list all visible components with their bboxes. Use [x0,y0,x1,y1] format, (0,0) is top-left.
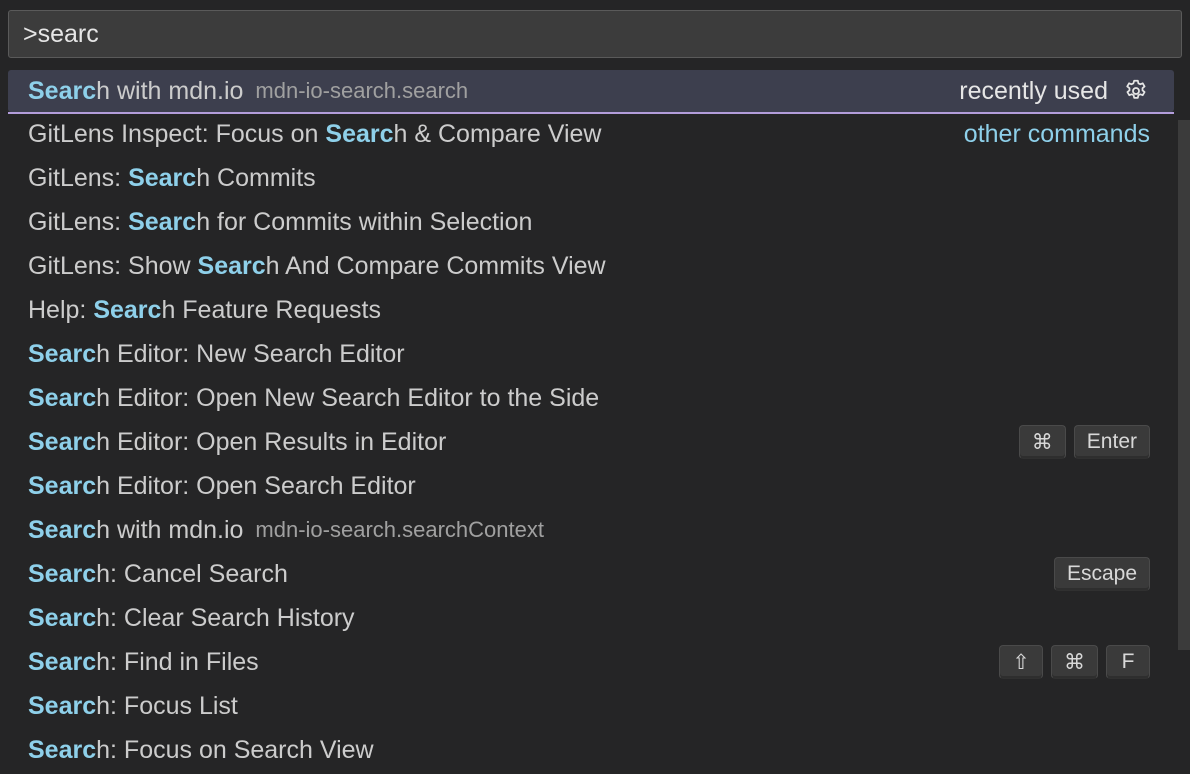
command-label-suffix: h with mdn.io [96,515,244,544]
gear-icon[interactable] [1122,77,1150,105]
command-item-selected[interactable]: Search with mdn.io mdn-io-search.search re… [8,70,1174,114]
command-label: Search: Cancel Search [28,560,288,589]
scrollbar[interactable] [1178,120,1190,650]
command-item[interactable]: Search with mdn.io mdn-io-search.searchCo… [8,508,1174,552]
command-id: mdn-io-search.search [255,78,469,103]
group-label: other commands [963,119,1150,148]
command-label-suffix: h And Compare Commits View [265,251,606,280]
command-item[interactable]: Search: Cancel Search Escape [8,552,1174,596]
command-label-prefix: GitLens: Show [28,251,198,280]
match-highlight: Searc [325,119,394,148]
keybinding: ⇧ ⌘ F [999,645,1150,679]
command-item[interactable]: GitLens: Search for Commits within Selec… [8,200,1174,244]
match-highlight: Searc [28,559,97,588]
command-id: mdn-io-search.searchContext [255,517,544,542]
command-label-suffix: h Editor: Open Search Editor [96,471,416,500]
match-highlight: Searc [28,427,97,456]
match-highlight: Searc [28,339,97,368]
command-label-suffix: h Commits [196,163,316,192]
command-label-suffix: h: Focus on Search View [96,735,374,764]
match-highlight: Searc [28,471,97,500]
command-item[interactable]: Search Editor: Open New Search Editor to… [8,376,1174,420]
match-highlight: Searc [28,603,97,632]
command-palette: Search with mdn.iomdn-io-search.searchre… [0,0,1190,774]
command-item[interactable]: GitLens Inspect: Focus on Search & Compa… [8,112,1174,156]
command-list: Search with mdn.io mdn-io-search.search re… [8,70,1174,774]
command-label-prefix: GitLens: [28,163,129,192]
keybinding: ⌘ Enter [1018,425,1150,459]
command-item[interactable]: Search: Find in Files ⇧ ⌘ F [8,640,1174,684]
command-label-suffix: h Feature Requests [161,295,382,324]
keycap: ⌘ [1018,425,1066,459]
command-item[interactable]: Search: Clear Search History [8,596,1174,640]
command-label: Search: Focus on Search View [28,736,374,765]
command-label: Search with mdn.io [28,77,243,106]
command-label-prefix: GitLens Inspect: Focus on [28,119,326,148]
command-label: Search: Focus List [28,692,238,721]
command-label-suffix: h & Compare View [393,119,602,148]
match-highlight: Searc [128,163,197,192]
command-label: Help: Search Feature Requests [28,296,381,325]
command-input-container [8,10,1182,58]
command-label-suffix: h for Commits within Selection [196,207,533,236]
command-label: Search: Clear Search History [28,604,355,633]
keycap: Enter [1073,425,1150,459]
keycap: ⇧ [999,645,1043,679]
command-item[interactable]: Search Editor: New Search Editor [8,332,1174,376]
command-label-suffix: h: Cancel Search [96,559,288,588]
command-label: GitLens Inspect: Focus on Search & Compa… [28,120,602,149]
command-item[interactable]: Search: Focus on Search View [8,728,1174,772]
match-highlight: Searc [197,251,266,280]
match-highlight: Searc [128,207,197,236]
command-label: GitLens: Show Search And Compare Commits… [28,252,606,281]
command-label-suffix: h: Clear Search History [96,603,355,632]
command-label-prefix: GitLens: [28,207,129,236]
match-highlight: Searc [28,647,97,676]
command-search-input[interactable] [9,11,1181,57]
command-item[interactable]: Search Editor: Open Search Editor [8,464,1174,508]
command-item[interactable]: GitLens: Show Search And Compare Commits… [8,244,1174,288]
command-label: GitLens: Search for Commits within Selec… [28,208,532,237]
keybinding: Escape [1053,557,1150,591]
recently-used-label: recently used [959,76,1108,105]
keycap: ⌘ [1051,645,1098,679]
match-highlight: Searc [28,691,97,720]
command-label: Search Editor: Open Results in Editor [28,428,446,457]
command-label-suffix: h Editor: Open New Search Editor to the … [96,383,600,412]
match-highlight: Searc [93,295,162,324]
command-label: Search: Find in Files [28,648,259,677]
command-label-suffix: h with mdn.io [96,76,244,105]
command-label: Search Editor: Open New Search Editor to… [28,384,599,413]
match-highlight: Searc [28,515,97,544]
match-highlight: Searc [28,383,97,412]
command-label-prefix: Help: [28,295,94,324]
command-label-suffix: h Editor: Open Results in Editor [96,427,447,456]
command-item[interactable]: Search: Focus List [8,684,1174,728]
command-label: Search Editor: Open Search Editor [28,472,416,501]
command-label: Search with mdn.io [28,516,243,545]
keycap: F [1106,645,1150,679]
command-label: GitLens: Search Commits [28,164,316,193]
command-label-suffix: h Editor: New Search Editor [96,339,405,368]
command-label: Search Editor: New Search Editor [28,340,405,369]
command-item[interactable]: Help: Search Feature Requests [8,288,1174,332]
command-label-suffix: h: Focus List [96,691,238,720]
command-item[interactable]: GitLens: Search Commits [8,156,1174,200]
command-label-suffix: h: Find in Files [96,647,259,676]
keycap: Escape [1053,557,1150,591]
match-highlight: Searc [28,76,97,105]
command-item[interactable]: Search Editor: Open Results in Editor ⌘ En… [8,420,1174,464]
match-highlight: Searc [28,735,97,764]
